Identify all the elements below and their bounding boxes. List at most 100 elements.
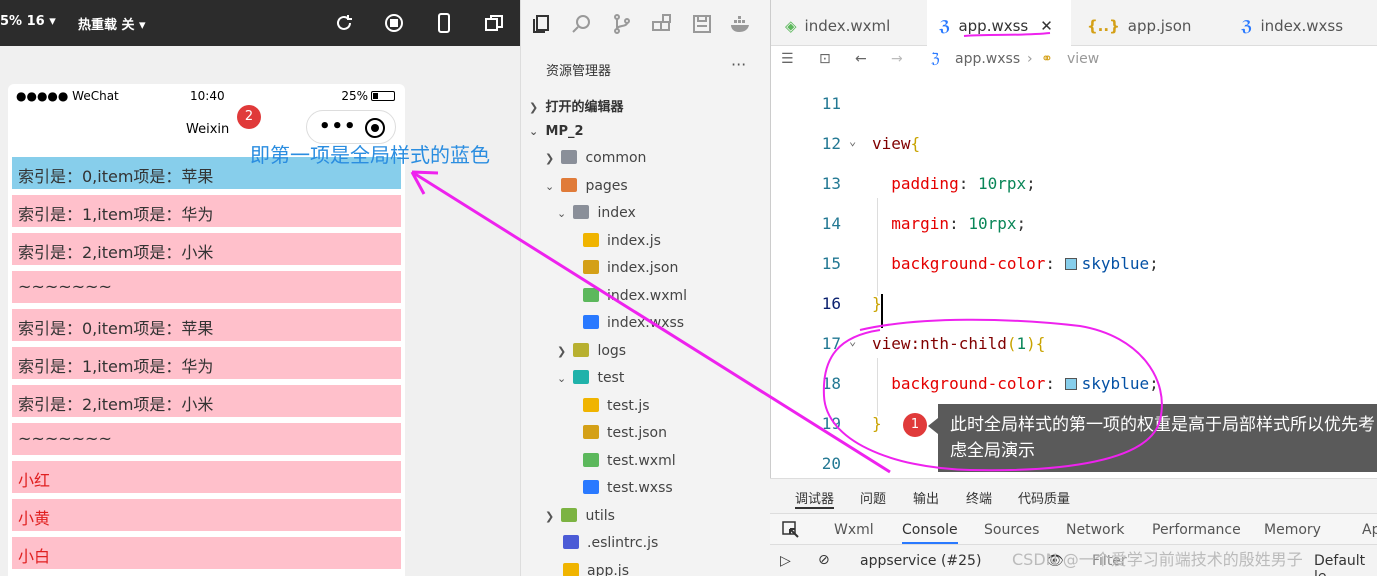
tree-item[interactable]: test.wxss	[583, 477, 673, 499]
folder-icon	[561, 150, 578, 164]
list-item: 索引是：2,item项是：小米	[12, 385, 401, 417]
devtools-tab[interactable]: Performance	[1152, 522, 1241, 538]
inspect-icon[interactable]	[782, 521, 800, 539]
devtools-tab[interactable]: Memory	[1264, 522, 1321, 538]
code-line[interactable]: background-color: skyblue;	[872, 254, 1158, 273]
annotation-text-2: 即第一项是全局样式的蓝色	[250, 143, 490, 167]
folder-icon	[573, 342, 590, 357]
debugger-tab[interactable]: 调试器	[795, 488, 835, 509]
code-line[interactable]: }	[872, 414, 882, 433]
tab-index-wxss[interactable]: ℨindex.wxss	[1241, 0, 1377, 46]
hot-reload-toggle[interactable]: 热重载 关 ▾	[78, 14, 146, 33]
tab-label: app.json	[1127, 17, 1192, 35]
breadcrumb-file[interactable]: app.wxss	[955, 51, 1020, 67]
debugger-tab[interactable]: 代码质量	[1018, 488, 1070, 507]
bookmark-icon[interactable]: ⊡	[819, 51, 831, 67]
close-circle-icon[interactable]	[365, 118, 385, 138]
brace: }	[872, 414, 882, 433]
brace: {	[1035, 334, 1046, 353]
list-item: 索引是：1,item项是：华为	[12, 195, 401, 227]
window-icon[interactable]	[483, 12, 505, 34]
tree-item[interactable]: ❯ logs	[557, 340, 626, 362]
extensions-icon[interactable]	[651, 14, 673, 34]
context-select[interactable]: appservice (#25)	[860, 553, 981, 569]
line-number: 15	[821, 254, 841, 273]
file-icon	[583, 232, 599, 247]
list-item: ~~~~~~~	[12, 423, 401, 455]
file-icon	[583, 287, 599, 302]
item-list: 索引是：0,item项是：苹果 索引是：1,item项是：华为 索引是：2,item…	[12, 157, 401, 575]
clear-console-icon[interactable]: ⊘	[818, 552, 830, 568]
zoom-select[interactable]: 5% 16 ▾	[0, 14, 56, 29]
project-section[interactable]: ⌄ MP_2	[529, 124, 584, 139]
fold-chevron-icon[interactable]: ⌄	[849, 134, 856, 148]
line-number: 11	[821, 94, 841, 113]
devtools-tab[interactable]: Network	[1066, 522, 1124, 538]
wxml-file-icon: ◈	[785, 17, 797, 35]
open-editors-section[interactable]: ❯ 打开的编辑器	[529, 96, 624, 115]
tree-item[interactable]: index.json	[583, 257, 678, 279]
breadcrumb-symbol[interactable]: view	[1067, 51, 1099, 67]
devtools-tab[interactable]: Console	[902, 522, 958, 544]
editor-tabs: ◈ index.wxml ℨapp.wxss ✕ {..} app.json ℨind…	[771, 0, 1377, 46]
annotation-badge-1: 1	[903, 413, 927, 437]
code-line[interactable]: view:nth-child(1){	[872, 334, 1045, 353]
debugger-tab[interactable]: 问题	[860, 488, 886, 507]
debugger-tab[interactable]: 输出	[913, 488, 939, 507]
refresh-icon[interactable]	[333, 12, 355, 34]
code-line[interactable]: padding: 10rpx;	[872, 174, 1036, 193]
fold-chevron-icon[interactable]: ⌄	[849, 334, 856, 348]
tree-item[interactable]: ❯ utils	[545, 505, 615, 527]
phone-icon[interactable]	[433, 12, 455, 34]
file-icon	[563, 535, 579, 549]
tree-item[interactable]: ❯ common	[545, 147, 646, 169]
tree-item[interactable]: ⌄ index	[557, 202, 636, 224]
folder-icon	[561, 177, 578, 192]
devtools-tab[interactable]: App	[1362, 522, 1377, 538]
forward-icon[interactable]: →	[891, 51, 903, 67]
tree-item[interactable]: test.wxml	[583, 450, 676, 472]
devtools-tab[interactable]: Wxml	[834, 522, 874, 538]
files-icon[interactable]	[531, 14, 553, 34]
tree-item[interactable]: .eslintrc.js	[563, 532, 658, 554]
color-swatch[interactable]	[1064, 258, 1077, 270]
chevron-right-icon: ❯	[545, 152, 555, 165]
selector: view	[872, 134, 911, 153]
tree-item[interactable]: ⌄ test	[557, 367, 624, 389]
stop-icon[interactable]	[383, 12, 405, 34]
close-icon[interactable]: ✕	[1040, 17, 1053, 35]
back-icon[interactable]: ←	[855, 51, 867, 67]
more-icon[interactable]: •••	[319, 116, 357, 137]
more-actions-icon[interactable]: ···	[731, 55, 746, 74]
list-icon[interactable]: ☰	[781, 51, 794, 67]
tab-app-wxss[interactable]: ℨapp.wxss ✕	[927, 0, 1071, 46]
tree-item[interactable]: index.js	[583, 230, 661, 252]
tree-item[interactable]: app.js	[563, 560, 629, 576]
devtools-tab[interactable]: Sources	[984, 522, 1039, 538]
tree-item[interactable]: index.wxml	[583, 285, 687, 307]
code-line[interactable]: view{	[872, 134, 920, 153]
docker-icon[interactable]	[729, 14, 751, 34]
sidebar-toggle-icon[interactable]: ▷	[780, 553, 791, 569]
activity-bar	[521, 0, 771, 46]
tab-app-json[interactable]: {..} app.json	[1087, 0, 1227, 46]
tree-item[interactable]: index.wxss	[583, 312, 684, 334]
tree-item[interactable]: test.json	[583, 422, 667, 444]
chevron-down-icon: ⌄	[529, 125, 539, 138]
tree-item[interactable]: test.js	[583, 395, 650, 417]
storage-icon[interactable]	[691, 14, 713, 34]
open-editors-label: 打开的编辑器	[545, 100, 624, 115]
color-swatch[interactable]	[1064, 378, 1077, 390]
source-control-icon[interactable]	[611, 14, 633, 34]
chevron-right-icon: ›	[1027, 51, 1033, 67]
search-icon[interactable]	[571, 14, 593, 34]
css-value: 10rpx	[977, 174, 1027, 193]
tree-item[interactable]: ⌄ pages	[545, 175, 628, 197]
code-line[interactable]: background-color: skyblue;	[872, 374, 1158, 393]
tab-index-wxml[interactable]: ◈ index.wxml	[785, 0, 925, 46]
debugger-tab[interactable]: 终端	[966, 488, 992, 507]
log-levels-select[interactable]: Default le	[1314, 553, 1377, 576]
code-line[interactable]: margin: 10rpx;	[872, 214, 1026, 233]
chevron-right-icon: ❯	[557, 344, 567, 358]
file-icon	[563, 562, 579, 576]
